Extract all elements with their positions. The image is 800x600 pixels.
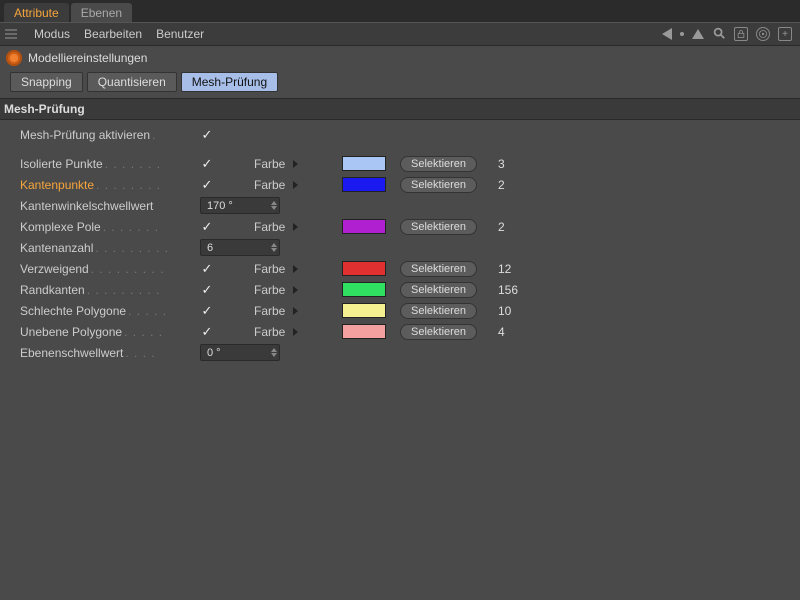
swatch-isolated[interactable]: [342, 156, 386, 171]
lock-icon[interactable]: [734, 27, 748, 41]
menu-benutzer[interactable]: Benutzer: [156, 27, 204, 41]
spinner-down-icon[interactable]: [271, 206, 277, 210]
checkbox-enable[interactable]: ✓: [200, 128, 214, 142]
swatch-complex[interactable]: [342, 219, 386, 234]
spinner-up-icon[interactable]: [271, 201, 277, 205]
new-element-icon[interactable]: +: [778, 27, 792, 41]
row-isolated: Isolierte Punkte . . . . . . . ✓ Farbe S…: [6, 153, 794, 174]
count-isolated: 3: [488, 157, 528, 171]
tab-quantisieren[interactable]: Quantisieren: [87, 72, 177, 92]
checkbox-nonplanar[interactable]: ✓: [200, 325, 214, 339]
section-header: Mesh-Prüfung: [0, 98, 800, 120]
label-boundary: Randkanten: [20, 283, 85, 297]
checkbox-badpoly[interactable]: ✓: [200, 304, 214, 318]
nav-up-icon[interactable]: [692, 29, 704, 39]
row-nonplanar: Unebene Polygone . . . . . ✓ Farbe Selek…: [6, 321, 794, 342]
tab-attribute[interactable]: Attribute: [4, 3, 69, 22]
tab-ebenen[interactable]: Ebenen: [71, 3, 132, 22]
label-farbe: Farbe: [254, 157, 285, 171]
disclose-icon[interactable]: [293, 160, 298, 168]
checkbox-isolated[interactable]: ✓: [200, 157, 214, 171]
gear-icon: [6, 50, 22, 66]
swatch-branching[interactable]: [342, 261, 386, 276]
label-complex: Komplexe Pole: [20, 220, 101, 234]
input-edgeangle[interactable]: 170 °: [200, 197, 280, 214]
row-enable: Mesh-Prüfung aktivieren . ✓: [6, 124, 794, 145]
row-planethresh: Ebenenschwellwert . . . . 0 °: [6, 342, 794, 363]
menubar: Modus Bearbeiten Benutzer +: [0, 22, 800, 46]
spinner-up-icon[interactable]: [271, 243, 277, 247]
select-isolated[interactable]: Selektieren: [400, 156, 477, 172]
label-enable: Mesh-Prüfung aktivieren: [20, 128, 150, 142]
settings-tabs: Snapping Quantisieren Mesh-Prüfung: [0, 70, 800, 98]
swatch-boundary[interactable]: [342, 282, 386, 297]
spinner-down-icon[interactable]: [271, 353, 277, 357]
spinner-up-icon[interactable]: [271, 348, 277, 352]
count-badpoly: 10: [488, 304, 528, 318]
checkbox-complex[interactable]: ✓: [200, 220, 214, 234]
panel-tabs: Attribute Ebenen: [0, 0, 800, 22]
tab-mesh-pruefung[interactable]: Mesh-Prüfung: [181, 72, 278, 92]
view-mode-icon[interactable]: [4, 27, 18, 41]
label-edgecount: Kantenanzahl: [20, 241, 93, 255]
search-icon[interactable]: [712, 26, 726, 43]
spinner-down-icon[interactable]: [271, 248, 277, 252]
label-branching: Verzweigend: [20, 262, 89, 276]
menu-modus[interactable]: Modus: [34, 27, 70, 41]
row-edgepoints: Kantenpunkte . . . . . . . . ✓ Farbe Sel…: [6, 174, 794, 195]
count-branching: 12: [488, 262, 528, 276]
input-edgecount[interactable]: 6: [200, 239, 280, 256]
tab-snapping[interactable]: Snapping: [10, 72, 83, 92]
count-boundary: 156: [488, 283, 528, 297]
swatch-nonplanar[interactable]: [342, 324, 386, 339]
nav-back-icon[interactable]: [662, 28, 672, 40]
label-planethresh: Ebenenschwellwert: [20, 346, 123, 360]
label-nonplanar: Unebene Polygone: [20, 325, 122, 339]
label-isolated: Isolierte Punkte: [20, 157, 103, 171]
row-badpoly: Schlechte Polygone . . . . . ✓ Farbe Sel…: [6, 300, 794, 321]
label-edgepoints: Kantenpunkte: [20, 178, 94, 192]
disclose-icon[interactable]: [293, 286, 298, 294]
row-branching: Verzweigend . . . . . . . . . ✓ Farbe Se…: [6, 258, 794, 279]
select-nonplanar[interactable]: Selektieren: [400, 324, 477, 340]
count-complex: 2: [488, 220, 528, 234]
select-badpoly[interactable]: Selektieren: [400, 303, 477, 319]
checkbox-branching[interactable]: ✓: [200, 262, 214, 276]
disclose-icon[interactable]: [293, 181, 298, 189]
row-boundary: Randkanten . . . . . . . . . ✓ Farbe Sel…: [6, 279, 794, 300]
row-edgecount: Kantenanzahl . . . . . . . . . 6: [6, 237, 794, 258]
disclose-icon[interactable]: [293, 328, 298, 336]
panel-title: Modelliereinstellungen: [28, 51, 147, 65]
disclose-icon[interactable]: [293, 265, 298, 273]
checkbox-edgepoints[interactable]: ✓: [200, 178, 214, 192]
panel-title-row: Modelliereinstellungen: [0, 46, 800, 70]
select-branching[interactable]: Selektieren: [400, 261, 477, 277]
nav-dot-icon: [680, 32, 684, 36]
select-boundary[interactable]: Selektieren: [400, 282, 477, 298]
disclose-icon[interactable]: [293, 223, 298, 231]
input-planethresh[interactable]: 0 °: [200, 344, 280, 361]
count-edgepoints: 2: [488, 178, 528, 192]
label-badpoly: Schlechte Polygone: [20, 304, 126, 318]
disclose-icon[interactable]: [293, 307, 298, 315]
row-complex: Komplexe Pole . . . . . . . ✓ Farbe Sele…: [6, 216, 794, 237]
label-edgeangle: Kantenwinkelschwellwert: [20, 199, 153, 213]
count-nonplanar: 4: [488, 325, 528, 339]
row-edgeangle: Kantenwinkelschwellwert 170 °: [6, 195, 794, 216]
checkbox-boundary[interactable]: ✓: [200, 283, 214, 297]
swatch-badpoly[interactable]: [342, 303, 386, 318]
select-complex[interactable]: Selektieren: [400, 219, 477, 235]
swatch-edgepoints[interactable]: [342, 177, 386, 192]
select-edgepoints[interactable]: Selektieren: [400, 177, 477, 193]
menu-bearbeiten[interactable]: Bearbeiten: [84, 27, 142, 41]
settings-rows: Mesh-Prüfung aktivieren . ✓ Isolierte Pu…: [0, 120, 800, 363]
target-icon[interactable]: [756, 27, 770, 41]
